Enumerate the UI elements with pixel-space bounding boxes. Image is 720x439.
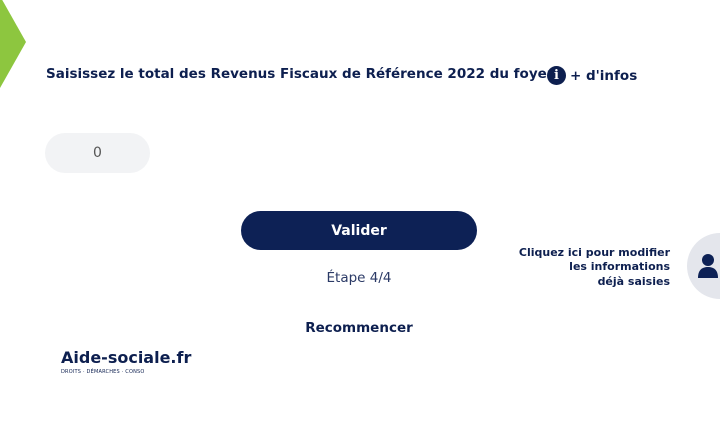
info-icon: i xyxy=(547,66,566,85)
restart-link[interactable]: Recommencer xyxy=(241,320,477,336)
validate-button[interactable]: Valider xyxy=(241,211,477,250)
modify-info-button[interactable] xyxy=(687,233,720,299)
logo-tagline: DROITS · DÉMARCHES · CONSO xyxy=(61,368,145,375)
logo-name: Aide-sociale.fr xyxy=(61,348,192,367)
more-info-label: + d'infos xyxy=(570,67,638,84)
progress-arrow-decoration xyxy=(0,0,26,88)
revenue-amount-input[interactable] xyxy=(45,133,150,173)
more-info-link[interactable]: i + d'infos xyxy=(547,66,637,85)
modify-info-line-2: les informations xyxy=(569,260,670,274)
question-label: Saisissez le total des Revenus Fiscaux d… xyxy=(46,66,554,82)
modify-info-link[interactable]: Cliquez ici pour modifier les informatio… xyxy=(519,246,670,289)
user-icon xyxy=(698,254,718,278)
site-logo[interactable]: Aide-sociale.fr DROITS · DÉMARCHES · CON… xyxy=(61,349,191,375)
modify-info-line-1: Cliquez ici pour modifier xyxy=(518,246,670,259)
modify-info-line-3: déjà saisies xyxy=(597,274,670,288)
step-indicator: Étape 4/4 xyxy=(326,270,392,286)
